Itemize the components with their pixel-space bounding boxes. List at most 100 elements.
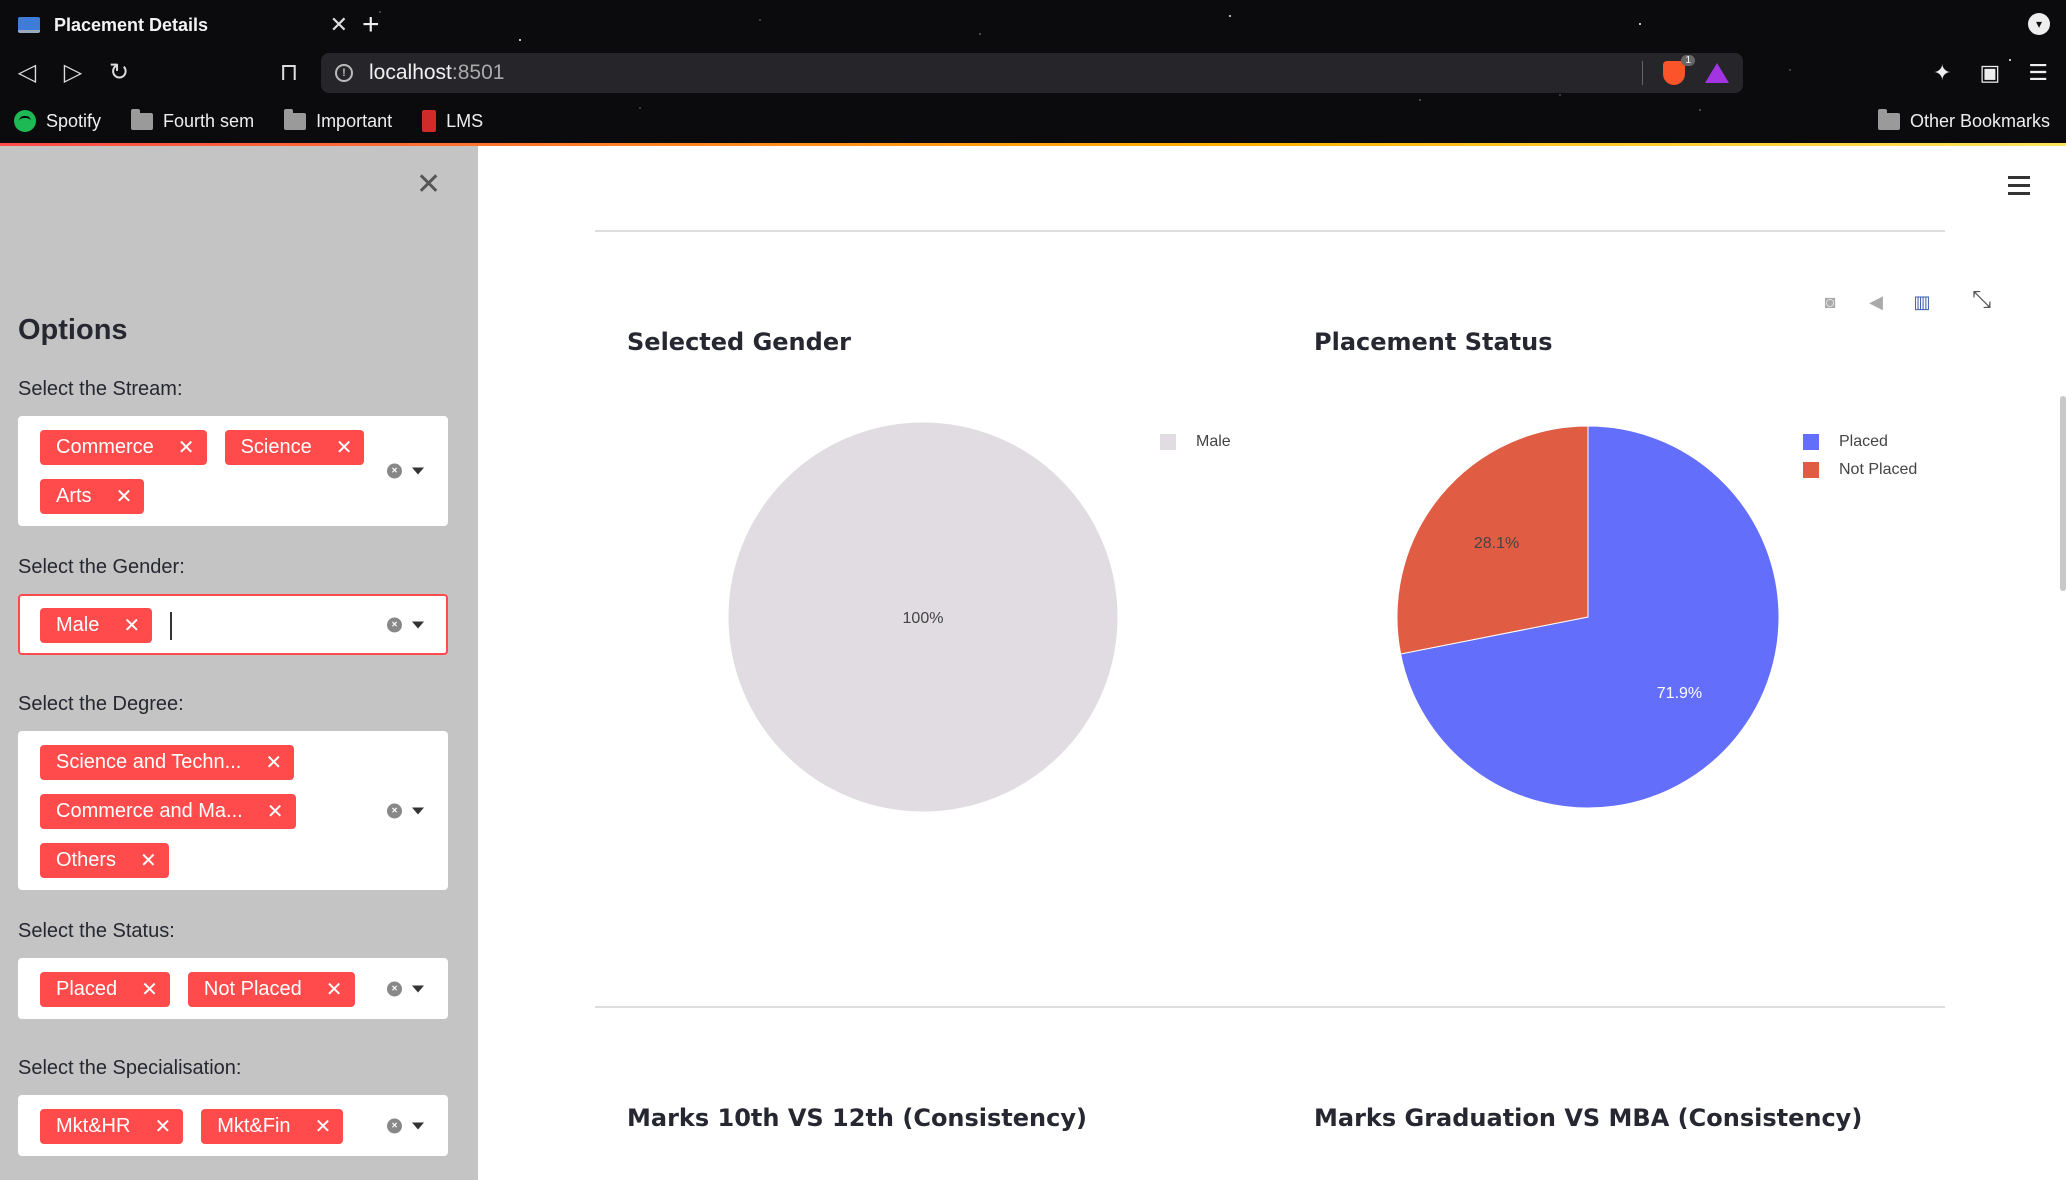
chip-mkt-hr[interactable]: Mkt&HR ✕ <box>40 1109 184 1144</box>
bookmark-icon[interactable]: ⊓ <box>274 58 304 88</box>
remove-chip-icon[interactable]: ✕ <box>178 435 195 460</box>
chevron-down-icon[interactable] <box>412 467 424 475</box>
specialisation-multiselect[interactable]: Mkt&HR ✕ Mkt&Fin ✕ × <box>18 1095 448 1156</box>
hover-closest-icon[interactable]: ◀ <box>1864 292 1888 312</box>
chart-modebar: ◙ ◀ ▥ <box>1818 292 1934 312</box>
clear-all-icon[interactable]: × <box>387 617 402 632</box>
address-bar[interactable]: ! localhost:8501 1 <box>321 53 1743 93</box>
gender-multiselect[interactable]: Male ✕ × <box>18 594 448 655</box>
other-bookmarks[interactable]: Other Bookmarks <box>1877 104 2050 138</box>
chevron-down-icon[interactable] <box>412 985 424 992</box>
bookmark-label: Important <box>316 110 393 131</box>
stream-multiselect[interactable]: Commerce ✕ Science ✕ Arts ✕ × <box>18 416 448 526</box>
chevron-down-icon[interactable] <box>412 621 424 628</box>
chip-male[interactable]: Male ✕ <box>40 608 153 643</box>
degree-label: Select the Degree: <box>18 693 184 715</box>
specialisation-label: Select the Specialisation: <box>18 1057 242 1079</box>
bookmark-fourth-sem[interactable]: Fourth sem <box>131 108 254 132</box>
clear-all-icon[interactable]: × <box>387 463 402 479</box>
chip-not-placed[interactable]: Not Placed ✕ <box>187 972 355 1007</box>
remove-chip-icon[interactable]: ✕ <box>154 1114 171 1139</box>
chip-science-and-technology[interactable]: Science and Techn... ✕ <box>40 745 295 780</box>
bookmark-lms[interactable]: LMS <box>422 110 483 132</box>
legend-swatch <box>1803 434 1819 450</box>
forward-icon[interactable]: ▷ <box>58 58 88 88</box>
remove-chip-icon[interactable]: ✕ <box>140 848 157 873</box>
main-content: ◙ ◀ ▥ ⤡ Selected Gender Placement Status… <box>478 146 2066 1180</box>
legend-swatch <box>1160 434 1176 450</box>
chip-mkt-fin[interactable]: Mkt&Fin ✕ <box>201 1109 344 1144</box>
bookmark-spotify[interactable]: Spotify <box>14 110 101 132</box>
stream-label: Select the Stream: <box>18 378 183 400</box>
pie-data-label: 28.1% <box>1474 535 1519 552</box>
url-text: localhost:8501 <box>369 61 505 84</box>
remove-chip-icon[interactable]: ✕ <box>116 484 133 509</box>
new-tab-button[interactable]: + <box>362 8 380 42</box>
browser-tab[interactable]: Placement Details ✕ <box>8 6 358 44</box>
bar-chart-icon[interactable]: ▥ <box>1910 292 1934 312</box>
degree-multiselect[interactable]: Science and Techn... ✕ Commerce and Ma...… <box>18 731 448 890</box>
gender-pie-chart[interactable]: 100% <box>726 420 1120 814</box>
sidebar: ✕ Options Select the Stream: Commerce ✕ S… <box>0 146 478 1180</box>
browser-chrome: Placement Details ✕ + ▾ ◁ ▷ ↻ ⊓ ! localh… <box>0 0 2066 146</box>
hamburger-menu-icon[interactable] <box>2008 176 2030 200</box>
legend-label: Not Placed <box>1839 461 1918 478</box>
folder-icon <box>1877 108 1900 130</box>
wallet-icon[interactable]: ▣ <box>1979 60 2000 86</box>
chip-commerce-and-management[interactable]: Commerce and Ma... ✕ <box>40 794 296 829</box>
chip-label: Science <box>240 436 312 458</box>
remove-chip-icon[interactable]: ✕ <box>265 750 282 775</box>
remove-chip-icon[interactable]: ✕ <box>267 799 284 824</box>
remove-chip-icon[interactable]: ✕ <box>123 613 140 638</box>
tab-title: Placement Details <box>54 14 209 35</box>
remove-chip-icon[interactable]: ✕ <box>141 977 158 1002</box>
chip-others[interactable]: Others ✕ <box>40 843 169 878</box>
remove-chip-icon[interactable]: ✕ <box>315 1114 332 1139</box>
legend-item-male[interactable]: Male <box>1160 428 1231 456</box>
remove-chip-icon[interactable]: ✕ <box>326 977 343 1002</box>
brave-rewards-icon[interactable] <box>1705 63 1729 83</box>
bookmark-important[interactable]: Important <box>284 108 393 132</box>
menu-icon[interactable]: ☰ <box>2028 60 2048 86</box>
legend-item-placed[interactable]: Placed <box>1803 428 1917 456</box>
extensions-icon[interactable]: ✦ <box>1933 60 1951 86</box>
sidebar-title: Options <box>18 314 128 346</box>
scrollbar-thumb[interactable] <box>2060 396 2066 591</box>
fullscreen-icon[interactable]: ⤡ <box>1972 286 1991 314</box>
spotify-icon <box>14 110 36 132</box>
chip-label: Arts <box>56 485 92 507</box>
chevron-down-icon[interactable] <box>412 807 424 814</box>
bookmark-label: LMS <box>446 110 484 131</box>
chip-placed[interactable]: Placed ✕ <box>40 972 170 1007</box>
camera-icon[interactable]: ◙ <box>1818 292 1842 312</box>
back-icon[interactable]: ◁ <box>12 58 42 88</box>
chip-science[interactable]: Science ✕ <box>224 430 365 465</box>
chevron-down-icon[interactable] <box>412 1122 424 1129</box>
clear-all-icon[interactable]: × <box>387 981 402 996</box>
bookmark-label: Spotify <box>46 110 102 131</box>
status-pie-chart[interactable]: 71.9% 28.1% <box>1395 424 1781 810</box>
bookmarks-bar: Spotify Fourth sem Important LMS Other B… <box>0 104 2066 138</box>
chip-label: Not Placed <box>203 978 302 1000</box>
chip-arts[interactable]: Arts ✕ <box>40 479 145 514</box>
gender-label: Select the Gender: <box>18 556 185 578</box>
other-bookmarks-label: Other Bookmarks <box>1909 110 2050 131</box>
chip-label: Male <box>56 614 100 636</box>
pie-data-label: 100% <box>903 610 944 627</box>
info-icon[interactable]: ! <box>335 64 353 82</box>
remove-chip-icon[interactable]: ✕ <box>336 435 353 460</box>
brave-shields-icon[interactable]: 1 <box>1663 55 1695 85</box>
close-tab-icon[interactable]: ✕ <box>330 12 348 38</box>
reload-icon[interactable]: ↻ <box>104 58 134 88</box>
profile-menu-icon[interactable]: ▾ <box>2028 13 2050 35</box>
status-multiselect[interactable]: Placed ✕ Not Placed ✕ × <box>18 958 448 1019</box>
clear-all-icon[interactable]: × <box>387 1118 402 1133</box>
clear-all-icon[interactable]: × <box>387 803 402 818</box>
divider <box>595 1006 1945 1008</box>
chip-label: Mkt&Fin <box>217 1115 291 1137</box>
close-sidebar-icon[interactable]: ✕ <box>416 170 441 200</box>
chip-commerce[interactable]: Commerce ✕ <box>40 430 207 465</box>
status-chart-title: Placement Status <box>1314 328 1553 356</box>
legend-label: Placed <box>1839 433 1888 450</box>
legend-item-not-placed[interactable]: Not Placed <box>1803 456 1917 484</box>
